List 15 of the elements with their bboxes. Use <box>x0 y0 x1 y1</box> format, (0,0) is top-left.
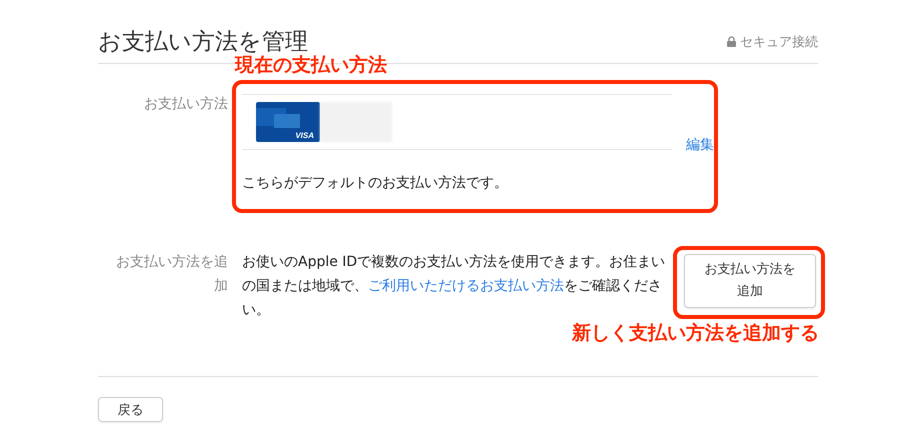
annotation-label: 新しく支払い方法を追加する <box>572 321 819 346</box>
page-title: お支払い方法を管理 <box>98 28 308 55</box>
annotation-label: 現在の支払い方法 <box>235 53 387 78</box>
lock-icon <box>727 36 736 47</box>
default-note: こちらがデフォルトのお支払い方法です。 <box>242 174 509 192</box>
edit-link[interactable]: 編集 <box>686 136 818 154</box>
row-label: お支払い方法を追加 <box>115 253 228 296</box>
info-paragraph: お使いのApple IDで複数のお支払い方法を使用できます。お住まいの国または地域で、ご利用いただけるお支払い方法をご確認ください。 <box>242 253 666 320</box>
payment-methods-link[interactable]: ご利用いただけるお支払い方法 <box>368 278 564 294</box>
add-payment-button[interactable]: お支払い方法を追加 <box>684 254 816 308</box>
credit-card-icon: VISA <box>256 102 320 142</box>
row-label: お支払い方法 <box>144 95 228 114</box>
blurred-card-details <box>320 102 392 142</box>
back-button[interactable]: 戻る <box>98 397 163 422</box>
secure-text: セキュア接続 <box>740 34 818 50</box>
